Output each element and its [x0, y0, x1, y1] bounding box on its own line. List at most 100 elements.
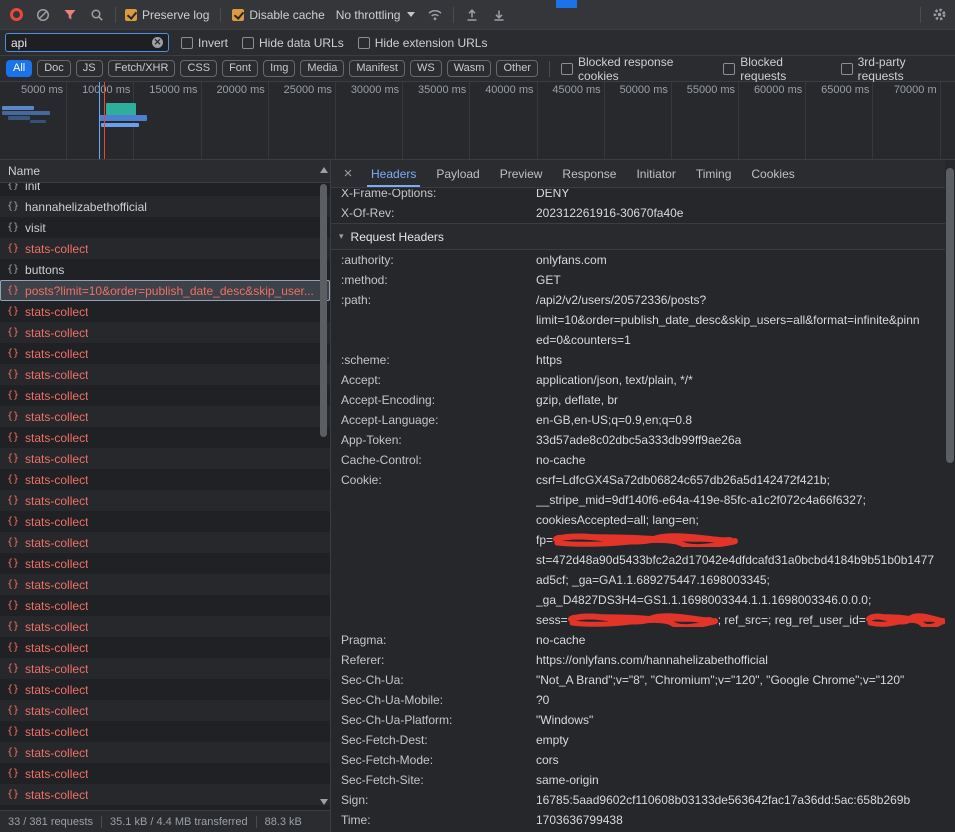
type-chip-doc[interactable]: Doc [37, 60, 71, 77]
checkbox-blocked-response-cookies[interactable]: Blocked response cookies [561, 55, 709, 83]
request-row[interactable]: {}stats-collect [0, 322, 330, 343]
request-headers-section[interactable]: ▾ Request Headers [331, 223, 945, 250]
settings-gear-button[interactable] [930, 6, 948, 24]
request-name: stats-collect [25, 431, 88, 445]
braces-icon: {} [7, 369, 19, 380]
checkbox-blocked-requests[interactable]: Blocked requests [723, 55, 826, 83]
toolbar-divider [115, 7, 116, 23]
tab-payload[interactable]: Payload [426, 160, 489, 187]
request-row[interactable]: {}stats-collect [0, 364, 330, 385]
request-row[interactable]: {}init [0, 183, 330, 196]
record-button[interactable] [7, 6, 25, 24]
import-har-button[interactable] [463, 6, 481, 24]
request-headers-list: :authority:onlyfans.com:method:GET:path:… [331, 250, 945, 830]
request-list-scrollbar[interactable] [318, 162, 329, 808]
request-row[interactable]: {}stats-collect [0, 721, 330, 742]
header-name: Sec-Fetch-Site: [341, 770, 536, 790]
checkbox-invert[interactable]: Invert [181, 36, 228, 50]
timeline-overview[interactable]: 5000 ms10000 ms15000 ms20000 ms25000 ms3… [0, 82, 955, 160]
headers-top-rows: X-Frame-Options:DENYX-Of-Rev:20231226191… [331, 189, 945, 223]
scroll-up-icon[interactable] [320, 167, 328, 173]
checkbox-hide-data-urls[interactable]: Hide data URLs [242, 36, 344, 50]
scrollbar-thumb[interactable] [320, 184, 327, 437]
request-row[interactable]: {}stats-collect [0, 427, 330, 448]
timeline-label: 70000 m [894, 84, 937, 96]
network-conditions-button[interactable] [426, 6, 444, 24]
request-row[interactable]: {}stats-collect [0, 448, 330, 469]
type-chip-wasm[interactable]: Wasm [447, 60, 492, 77]
request-row[interactable]: {}stats-collect [0, 595, 330, 616]
checkbox-hide-extension-urls[interactable]: Hide extension URLs [358, 36, 488, 50]
request-row[interactable]: {}stats-collect [0, 511, 330, 532]
clear-filter-icon[interactable]: ✕ [152, 37, 163, 48]
request-row[interactable]: {}stats-collect [0, 784, 330, 805]
request-row[interactable]: {}stats-collect [0, 301, 330, 322]
checkbox-preserve-log[interactable]: Preserve log [125, 8, 209, 22]
request-row-selected[interactable]: {}posts?limit=10&order=publish_date_desc… [0, 280, 330, 301]
tab-preview[interactable]: Preview [490, 160, 553, 187]
scrollbar-thumb[interactable] [946, 168, 954, 463]
type-chip-css[interactable]: CSS [180, 60, 217, 77]
timeline-column: 20000 ms [202, 82, 269, 159]
request-row[interactable]: {}stats-collect [0, 553, 330, 574]
name-column-header[interactable]: Name [0, 160, 330, 183]
type-chip-other[interactable]: Other [496, 60, 538, 77]
details-scrollbar[interactable] [945, 160, 955, 832]
request-row[interactable]: {}stats-collect [0, 679, 330, 700]
header-name: :method: [341, 270, 536, 290]
checkbox-3rd-party-requests[interactable]: 3rd-party requests [841, 55, 949, 83]
request-row[interactable]: {}stats-collect [0, 637, 330, 658]
request-row[interactable]: {}stats-collect [0, 616, 330, 637]
header-row: Sec-Ch-Ua-Platform:"Windows" [331, 710, 945, 730]
clear-button[interactable] [34, 6, 52, 24]
request-row[interactable]: {}stats-collect [0, 490, 330, 511]
braces-icon: {} [7, 537, 19, 548]
braces-icon: {} [7, 243, 19, 254]
tab-initiator[interactable]: Initiator [626, 160, 685, 187]
tab-headers[interactable]: Headers [361, 160, 426, 187]
braces-icon: {} [7, 453, 19, 464]
request-row[interactable]: {}stats-collect [0, 574, 330, 595]
request-row[interactable]: {}stats-collect [0, 658, 330, 679]
search-button[interactable] [88, 6, 106, 24]
filter-button[interactable] [61, 6, 79, 24]
export-har-button[interactable] [490, 6, 508, 24]
type-chip-img[interactable]: Img [263, 60, 295, 77]
checkbox-disable-cache[interactable]: Disable cache [220, 8, 324, 22]
request-name: stats-collect [25, 494, 88, 508]
tab-response[interactable]: Response [552, 160, 626, 187]
close-details-button[interactable]: × [335, 160, 361, 187]
type-chip-ws[interactable]: WS [410, 60, 442, 77]
type-chip-manifest[interactable]: Manifest [349, 60, 405, 77]
throttling-select[interactable]: No throttling [334, 8, 418, 22]
request-row[interactable]: {}stats-collect [0, 763, 330, 784]
request-row[interactable]: {}stats-collect [0, 238, 330, 259]
header-value: onlyfans.com [536, 250, 945, 270]
request-list-viewport: {}init{}hannahelizabethofficial{}visit{}… [0, 183, 330, 810]
type-chip-media[interactable]: Media [300, 60, 344, 77]
type-chip-font[interactable]: Font [222, 60, 258, 77]
filter-input[interactable]: api ✕ [5, 33, 169, 52]
type-chip-fetch-xhr[interactable]: Fetch/XHR [108, 60, 176, 77]
request-row[interactable]: {}hannahelizabethofficial [0, 196, 330, 217]
request-row[interactable]: {}stats-collect [0, 406, 330, 427]
request-row[interactable]: {}stats-collect [0, 469, 330, 490]
request-row[interactable]: {}stats-collect [0, 532, 330, 553]
type-chip-js[interactable]: JS [76, 60, 103, 77]
scroll-down-icon[interactable] [320, 799, 328, 805]
timeline-column: 55000 ms [672, 82, 739, 159]
request-row[interactable]: {}stats-collect [0, 742, 330, 763]
header-value: no-cache [536, 630, 945, 650]
request-row[interactable]: {}stats-collect [0, 343, 330, 364]
tab-timing[interactable]: Timing [686, 160, 742, 187]
tab-cookies[interactable]: Cookies [741, 160, 804, 187]
request-row[interactable]: {}buttons [0, 259, 330, 280]
request-row[interactable]: {}visit [0, 217, 330, 238]
type-chip-all[interactable]: All [6, 60, 32, 77]
request-name: stats-collect [25, 305, 88, 319]
braces-icon: {} [7, 264, 19, 275]
request-row[interactable]: {}stats-collect [0, 700, 330, 721]
request-name: stats-collect [25, 557, 88, 571]
braces-icon: {} [7, 768, 19, 779]
request-row[interactable]: {}stats-collect [0, 385, 330, 406]
